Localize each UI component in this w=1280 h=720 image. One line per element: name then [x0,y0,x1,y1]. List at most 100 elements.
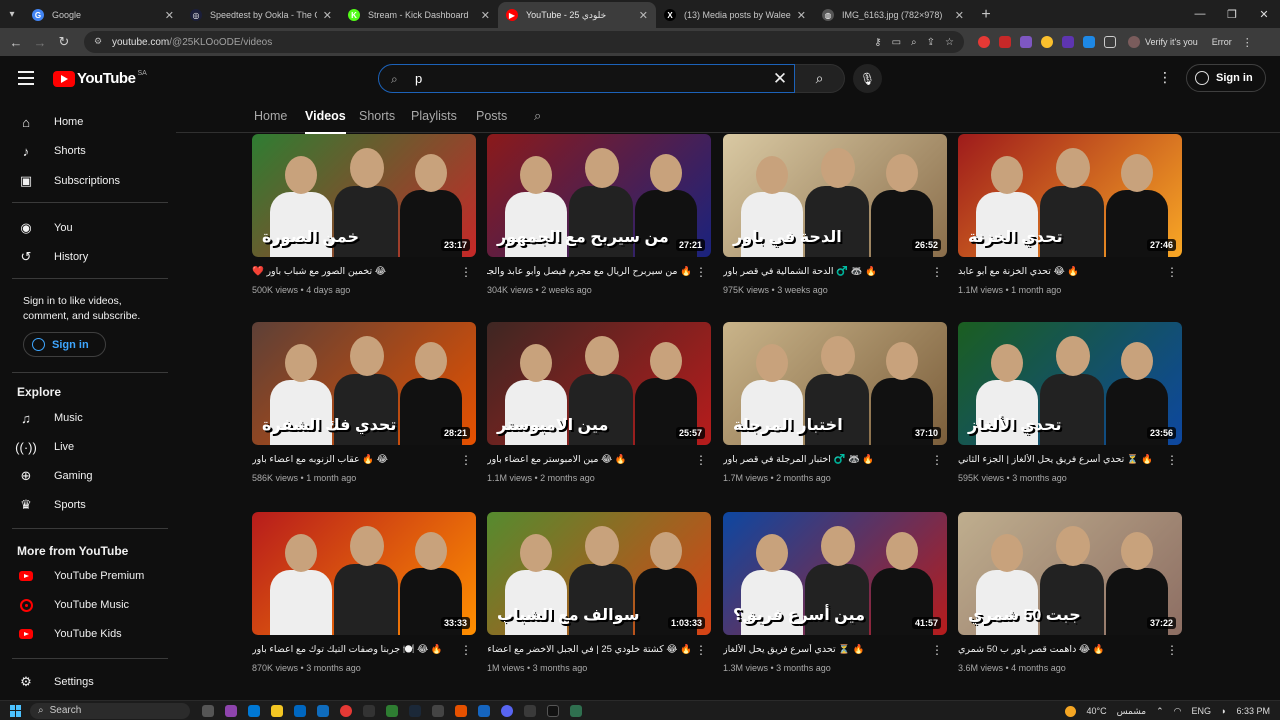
close-tab-icon[interactable]: ✕ [955,9,964,22]
edge-icon[interactable] [248,704,260,717]
browser-tab[interactable]: G Google ✕ [24,2,182,28]
sidebar-item-shorts[interactable]: ♪ Shorts [12,137,168,165]
video-menu-icon[interactable]: ⋮ [1166,453,1178,467]
video-menu-icon[interactable]: ⋮ [460,643,472,657]
sidebar-item-you[interactable]: ◉ You [12,214,168,242]
task-view-icon[interactable] [202,704,214,717]
video-card[interactable]: تحدي الخزنة 27:46 🔥 😂 تحدي الخزنة مع أبو ع… [958,134,1182,295]
tab-search-menu-icon[interactable]: ▾ [0,0,24,28]
video-title[interactable]: 🔥 😂 مين الامبوستر مع اعضاء باور [487,454,692,465]
discord-icon[interactable] [501,704,513,717]
clock[interactable]: 6:33 PM [1236,706,1270,716]
reload-icon[interactable]: ↻ [52,30,76,54]
sidebar-item-youtube-premium[interactable]: YouTube Premium [12,562,168,590]
video-title[interactable]: 🔥 😂 تحدي الخزنة مع أبو عابد [958,266,1163,277]
wifi-icon[interactable]: ◠ [1174,706,1182,717]
sidebar-item-sports[interactable]: ♛ Sports [12,491,168,519]
video-title[interactable]: 🔥 😂 كشتة خلودي 25 | في الجبل الاخضر مع ا… [487,644,692,655]
video-menu-icon[interactable]: ⋮ [460,265,472,279]
browser-tab[interactable]: ◎ Speedtest by Ookla - The Globa ✕ [182,2,340,28]
forward-icon[interactable]: → [28,30,52,54]
sidebar-item-settings[interactable]: ⚙ Settings [12,668,168,696]
video-thumbnail[interactable]: تحدي الخزنة 27:46 [958,134,1182,257]
site-info-icon[interactable]: ⚙ [94,36,106,48]
video-card[interactable]: جبت 50 شمري 37:22 🔥 😂 داهمت قصر باور ب 50 … [958,512,1182,673]
tab-playlists[interactable]: Playlists [411,109,457,123]
clear-search-icon[interactable]: ✕ [770,69,790,89]
extension-shield-icon[interactable] [1020,36,1032,48]
language-indicator[interactable]: ENG [1192,706,1212,716]
video-menu-icon[interactable]: ⋮ [931,265,943,279]
browser-tab[interactable]: ▶ YouTube - 25 خلودي ✕ [498,2,656,28]
back-icon[interactable]: ← [4,30,28,54]
browser-menu-icon[interactable]: ⋮ [1242,36,1253,49]
video-menu-icon[interactable]: ⋮ [931,453,943,467]
sidebar-item-live[interactable]: ((·)) Live [12,433,168,461]
minimize-icon[interactable]: — [1184,0,1216,28]
video-menu-icon[interactable]: ⋮ [1166,643,1178,657]
search-button[interactable]: ⌕ [795,64,845,93]
tab-videos[interactable]: Videos [305,109,346,134]
video-title[interactable]: 🔥 🦝 ♂️ اختبار المرجلة في قصر باور [723,454,928,465]
extensions-puzzle-icon[interactable] [1104,36,1116,48]
voice-search-button[interactable]: 🎙︎ [853,64,882,93]
sign-in-button[interactable]: Sign in [1186,64,1266,92]
video-card[interactable]: مين أسرع فريق؟ 41:57 🔥 ⏳ تحدي أسرع فريق يح… [723,512,947,673]
app-icon[interactable] [570,704,582,717]
taskbar-search[interactable]: ⌕ Search [30,702,190,719]
extension-blue-icon[interactable] [1083,36,1095,48]
chrome-icon[interactable] [340,704,352,717]
windows-start-icon[interactable] [10,704,22,717]
extension-badge-icon[interactable] [999,36,1011,48]
video-menu-icon[interactable]: ⋮ [695,453,707,467]
steam-icon[interactable] [409,704,421,717]
video-menu-icon[interactable]: ⋮ [1166,265,1178,279]
tab-posts[interactable]: Posts [476,109,507,123]
video-thumbnail[interactable]: تحدي فك الشفرة 28:21 [252,322,476,445]
sidebar-item-home[interactable]: ⌂ Home [12,108,168,136]
video-card[interactable]: سوالف مع الشباب 1:03:33 🔥 😂 كشتة خلودي 25 … [487,512,711,673]
sidebar-item-youtube-kids[interactable]: YouTube Kids [12,620,168,648]
app-icon[interactable] [524,704,536,717]
spreadsheet-icon[interactable] [386,704,398,717]
video-card[interactable]: تحدي الألغاز 23:56 🔥 ⏳ تحدي أسرع فريق يحل … [958,322,1182,483]
zoom-icon[interactable]: ⌕ [911,37,917,48]
channel-search-icon[interactable]: ⌕ [534,108,541,124]
weather-sun-icon[interactable] [1065,705,1077,717]
video-title[interactable]: 🔥 🦝 ♂️ الدحة الشمالية في قصر باور [723,266,928,277]
file-explorer-icon[interactable] [271,704,283,717]
new-tab-button[interactable]: + [972,2,1000,28]
close-tab-icon[interactable]: ✕ [481,9,490,22]
video-menu-icon[interactable]: ⋮ [695,643,707,657]
youtube-logo[interactable]: YouTube SA [53,70,147,87]
address-bar[interactable]: ⚙ youtube.com/@25KLOoODE/videos ⚷ ▭ ⌕ ⇪ … [84,31,964,53]
video-thumbnail[interactable]: تحدي الألغاز 23:56 [958,322,1182,445]
video-title[interactable]: 🔥 😂 داهمت قصر باور ب 50 شمري [958,644,1163,655]
volume-icon[interactable]: ◗ [1221,706,1226,716]
video-title[interactable]: 🔥 ⏳ تحدي أسرع فريق يحل الألغاز [723,644,928,655]
search-input[interactable] [415,71,755,86]
browser-tab[interactable]: X (13) Media posts by Waleed Al ✕ [656,2,814,28]
cast-icon[interactable]: ▭ [892,37,901,48]
video-menu-icon[interactable]: ⋮ [931,643,943,657]
video-thumbnail[interactable]: اختبار المرجلة 37:10 [723,322,947,445]
profile-chip[interactable]: Verify it's you [1128,36,1198,48]
video-thumbnail[interactable]: خمن الصورة 23:17 [252,134,476,257]
video-title[interactable]: 😂 تخمين الصور مع شباب باور ❤️ [252,266,457,277]
sidebar-item-gaming[interactable]: ⊕ Gaming [12,462,168,490]
browser-tab[interactable]: ◍ IMG_6163.jpg (782×978) ✕ [814,2,972,28]
close-tab-icon[interactable]: ✕ [639,9,648,22]
video-thumbnail[interactable]: سوالف مع الشباب 1:03:33 [487,512,711,635]
video-thumbnail[interactable]: من سيربح مع الجمهور 27:21 [487,134,711,257]
app-icon[interactable] [432,704,444,717]
video-title[interactable]: 🔥 😂 🍽️ جربنا وصفات التيك توك مع اعضاء با… [252,644,457,655]
extension-yellow-icon[interactable] [1041,36,1053,48]
guide-menu-icon[interactable] [18,71,34,85]
sidebar-item-subscriptions[interactable]: ▣ Subscriptions [12,167,168,195]
tray-overflow-icon[interactable]: ⌃ [1156,706,1164,717]
extension-f-icon[interactable] [1062,36,1074,48]
settings-menu-icon[interactable]: ⋮ [1158,69,1172,86]
extension-red-icon[interactable] [978,36,990,48]
video-title[interactable]: 😂 🔥 عقاب الزنوبه مع اعضاء باور [252,454,457,465]
sidebar-item-youtube-music[interactable]: YouTube Music [12,591,168,619]
